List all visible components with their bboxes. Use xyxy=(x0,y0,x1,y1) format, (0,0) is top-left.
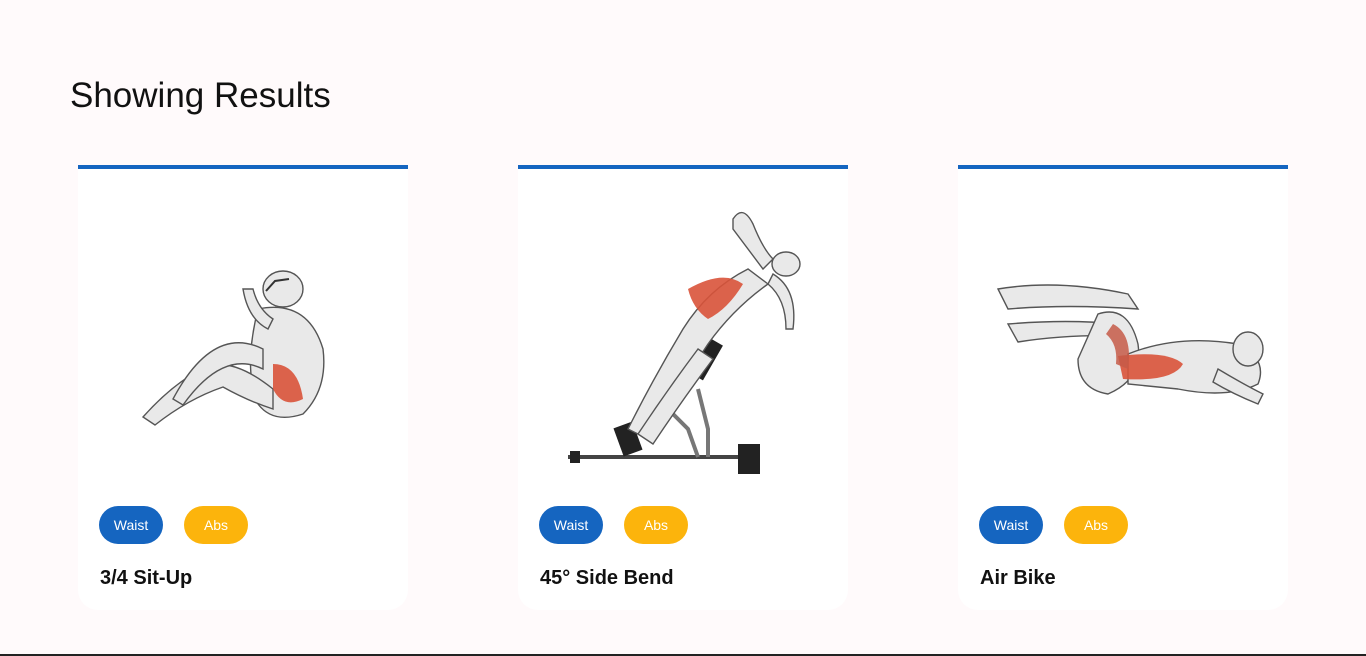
page-title: Showing Results xyxy=(70,76,331,115)
tag-waist-button[interactable]: Waist xyxy=(99,506,163,544)
exercise-image xyxy=(958,189,1288,489)
exercise-image xyxy=(78,189,408,489)
exercise-card[interactable]: Waist Abs 45° Side Bend xyxy=(518,165,848,610)
tag-list: Waist Abs xyxy=(979,506,1128,544)
exercise-title: 45° Side Bend xyxy=(540,567,674,589)
tag-abs-button[interactable]: Abs xyxy=(184,506,248,544)
results-page: Showing Results Waist Abs 3/4 Sit-Up Wai… xyxy=(0,0,1366,656)
tag-list: Waist Abs xyxy=(99,506,248,544)
exercise-card[interactable]: Waist Abs Air Bike xyxy=(958,165,1288,610)
tag-list: Waist Abs xyxy=(539,506,688,544)
exercise-title: 3/4 Sit-Up xyxy=(100,567,193,589)
tag-waist-button[interactable]: Waist xyxy=(979,506,1043,544)
exercise-card[interactable]: Waist Abs 3/4 Sit-Up xyxy=(78,165,408,610)
tag-abs-button[interactable]: Abs xyxy=(1064,506,1128,544)
exercise-image xyxy=(518,189,848,489)
tag-abs-button[interactable]: Abs xyxy=(624,506,688,544)
tag-waist-button[interactable]: Waist xyxy=(539,506,603,544)
exercise-title: Air Bike xyxy=(980,567,1056,589)
